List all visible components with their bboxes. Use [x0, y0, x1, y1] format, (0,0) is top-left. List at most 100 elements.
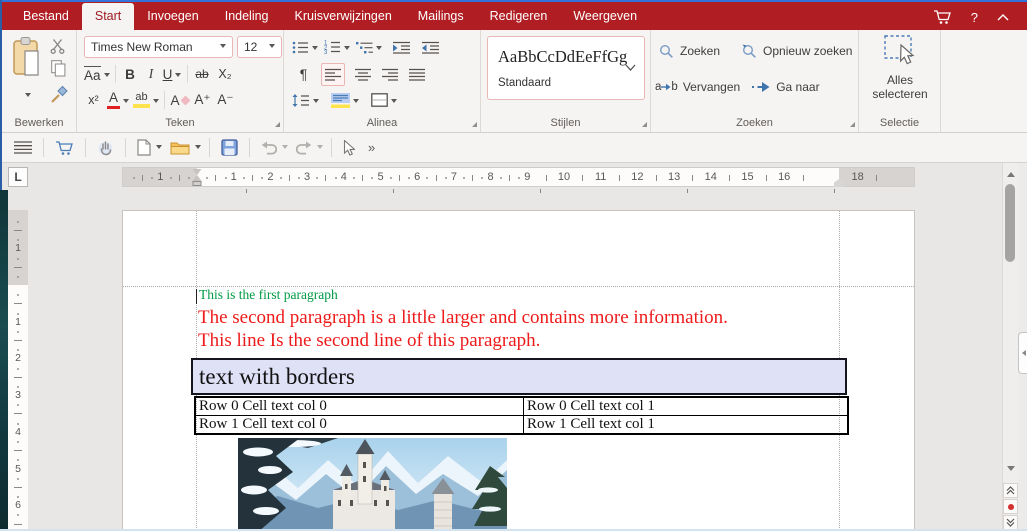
text-cursor	[196, 289, 197, 304]
change-case-button[interactable]: Aa	[84, 64, 110, 85]
bordered-text-box[interactable]: text with borders	[191, 358, 847, 395]
align-left-button[interactable]	[321, 62, 345, 86]
style-gallery[interactable]: AaBbCcDdEeFfGg Standaard	[487, 36, 645, 100]
tab-weergeven[interactable]: Weergeven	[560, 3, 650, 31]
bullet-list-button[interactable]	[292, 37, 318, 58]
strikethrough-button[interactable]: ab	[193, 64, 212, 85]
justify-button[interactable]	[407, 64, 426, 85]
undo-dropdown-arrow[interactable]	[282, 145, 288, 152]
shrink-font-button[interactable]: A⁻	[216, 90, 235, 111]
scrollbar-thumb[interactable]	[1005, 184, 1015, 262]
find-button[interactable]: Zoeken	[659, 41, 720, 62]
dialog-launcher-icon[interactable]	[850, 122, 855, 127]
highlight-button[interactable]: ab	[133, 90, 159, 111]
select-all-button[interactable]: Alles selecteren	[859, 34, 941, 101]
scroll-up-button[interactable]	[1003, 168, 1018, 177]
table-cell[interactable]: Row 0 Cell text col 1	[523, 396, 849, 416]
ruler-number: 4	[15, 425, 21, 438]
font-size-select[interactable]: 12	[237, 36, 282, 58]
undo-button[interactable]	[261, 141, 277, 155]
hand-tool-button[interactable]	[97, 139, 114, 156]
document-page[interactable]: This is the first paragraph The second p…	[122, 210, 915, 531]
show-formatting-button[interactable]: ¶	[294, 64, 313, 85]
ruler-tick	[246, 189, 247, 193]
table-row: Row 0 Cell text col 0 Row 0 Cell text co…	[194, 396, 849, 416]
tab-mailings[interactable]: Mailings	[405, 3, 477, 31]
redo-button[interactable]	[296, 141, 312, 155]
bullet-list-icon	[292, 41, 308, 53]
numbered-list-button[interactable]: 123	[324, 37, 350, 58]
dialog-launcher-icon[interactable]	[275, 122, 280, 127]
open-file-dropdown-arrow[interactable]	[195, 145, 201, 152]
chevron-down-icon[interactable]	[625, 64, 636, 71]
paste-button[interactable]	[12, 36, 42, 80]
decrease-indent-button[interactable]	[421, 37, 440, 58]
table-cell[interactable]: Row 1 Cell text col 1	[523, 415, 849, 435]
scroll-down-button[interactable]	[1003, 466, 1018, 475]
find-next-button[interactable]: Opnieuw zoeken	[742, 41, 852, 62]
grow-font-button[interactable]: A⁺	[193, 90, 212, 111]
underline-button[interactable]: U	[163, 64, 182, 85]
superscript-button[interactable]: x²	[84, 90, 103, 111]
paragraph-2[interactable]: The second paragraph is a little larger …	[198, 307, 728, 352]
left-indent-marker[interactable]	[192, 181, 202, 186]
menu-button[interactable]	[14, 141, 32, 154]
bold-button[interactable]: B	[121, 64, 140, 85]
shop-cart-icon[interactable]	[933, 9, 952, 25]
tab-kruisverwijzingen[interactable]: Kruisverwijzingen	[282, 3, 405, 31]
borders-button[interactable]	[371, 90, 397, 111]
increase-indent-button[interactable]	[392, 37, 411, 58]
sidebar-toggle-handle[interactable]	[1018, 332, 1027, 374]
clipboard-paste-icon	[13, 37, 39, 76]
tab-bestand[interactable]: Bestand	[10, 3, 82, 31]
select-browse-object-button[interactable]	[1003, 499, 1018, 514]
select-tool-button[interactable]	[343, 139, 355, 156]
new-document-dropdown-arrow[interactable]	[156, 145, 162, 152]
new-document-button[interactable]	[137, 139, 151, 156]
find-next-label: Opnieuw zoeken	[763, 44, 853, 58]
format-painter-button[interactable]	[49, 84, 69, 104]
previous-page-button[interactable]	[1003, 483, 1018, 498]
paragraph-1[interactable]: This is the first paragraph	[199, 287, 338, 303]
document-image[interactable]	[238, 438, 507, 531]
ruler-number: 5	[15, 462, 21, 475]
font-name-select[interactable]: Times New Roman	[84, 36, 233, 58]
store-button[interactable]	[55, 140, 74, 156]
replace-button[interactable]: a b Vervangen	[655, 77, 740, 98]
redo-dropdown-arrow[interactable]	[317, 145, 323, 152]
cut-button[interactable]	[50, 38, 66, 54]
toolbar-overflow-button[interactable]: »	[368, 140, 375, 155]
horizontal-ruler[interactable]: 1 1 2 3 4 5 6 7 8 9 10 11 12 13 14 15 16 18	[122, 167, 915, 193]
collapse-ribbon-icon[interactable]	[997, 13, 1009, 21]
multilevel-list-button[interactable]	[356, 37, 382, 58]
table-cell[interactable]: Row 0 Cell text col 0	[194, 396, 524, 416]
tab-start[interactable]: Start	[81, 2, 135, 30]
dialog-launcher-icon[interactable]	[472, 122, 477, 127]
vertical-scrollbar[interactable]	[1002, 163, 1018, 531]
paste-dropdown-arrow[interactable]	[25, 93, 31, 100]
goto-button[interactable]: Ga naar	[752, 77, 820, 98]
vertical-ruler[interactable]: 1 1 2 3 4 5 6	[8, 163, 28, 531]
ruler-tick	[499, 177, 502, 179]
italic-button[interactable]: I	[142, 64, 161, 85]
dialog-launcher-icon[interactable]	[642, 122, 647, 127]
shading-icon	[331, 92, 350, 108]
align-center-button[interactable]	[353, 64, 372, 85]
copy-button[interactable]	[51, 60, 66, 77]
font-color-button[interactable]: A	[107, 90, 129, 111]
tab-redigeren[interactable]: Redigeren	[477, 3, 561, 31]
align-right-button[interactable]	[380, 64, 399, 85]
save-button[interactable]	[221, 139, 238, 156]
open-file-button[interactable]	[170, 140, 190, 155]
tab-invoegen[interactable]: Invoegen	[134, 3, 211, 31]
ruler-tick	[14, 486, 22, 488]
document-table[interactable]: Row 0 Cell text col 0 Row 0 Cell text co…	[194, 396, 849, 435]
subscript-button[interactable]: X₂	[216, 64, 235, 85]
tab-indeling[interactable]: Indeling	[212, 3, 282, 31]
next-page-button[interactable]	[1003, 515, 1018, 530]
help-icon[interactable]: ?	[971, 11, 978, 24]
clear-formatting-button[interactable]: A	[170, 90, 190, 111]
table-cell[interactable]: Row 1 Cell text col 0	[194, 415, 524, 435]
line-spacing-button[interactable]	[292, 90, 319, 111]
shading-button[interactable]	[331, 90, 359, 111]
